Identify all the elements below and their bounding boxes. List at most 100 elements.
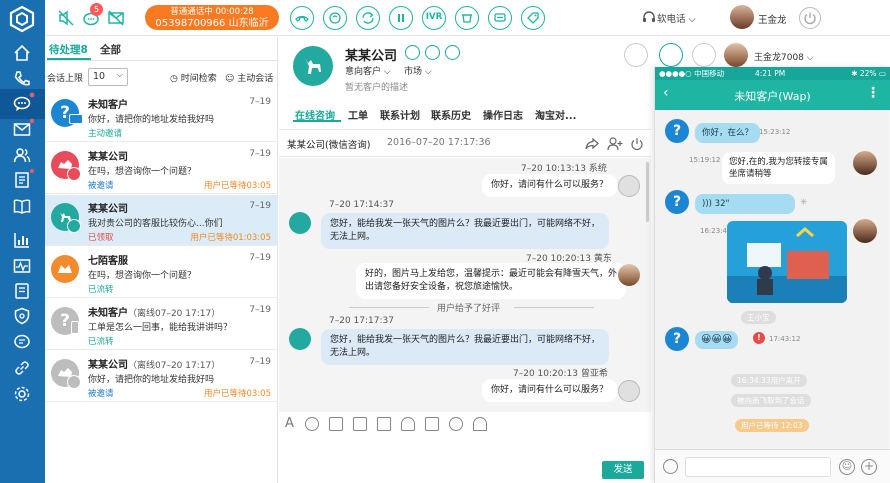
session-row[interactable]: 七陌客服 7–19 在吗，想咨询你一个问题？ 已流转 (45, 247, 278, 298)
session-time: 7–19 (249, 149, 271, 159)
tab-pending[interactable]: 待处理8 (49, 42, 88, 57)
time-search-button[interactable]: ◷ 时间检索 (170, 71, 217, 84)
video-icon[interactable] (353, 417, 367, 431)
user-info-icon[interactable] (473, 417, 487, 431)
tab-all[interactable]: 全部 (100, 42, 121, 57)
message-meta: 7–20 10:13:13 系统 (521, 164, 607, 174)
rating-notice: 用户给予了好评 (437, 304, 501, 314)
wap-image-message[interactable] (727, 221, 847, 303)
font-icon[interactable]: A (285, 417, 299, 431)
rail-shield-icon[interactable] (12, 306, 32, 326)
rail-message-icon[interactable] (12, 332, 32, 352)
chat-customer-icon[interactable] (659, 43, 683, 67)
sms-button[interactable] (488, 6, 512, 30)
hold-button[interactable] (389, 6, 413, 30)
session-row[interactable]: ? 未知客户（离线07–20 17:17） 7–19 工单是怎么一回事，能给我讲… (45, 299, 278, 350)
rail-chat-icon[interactable] (0, 89, 45, 119)
satisfaction-button[interactable] (455, 6, 479, 30)
app-logo-icon (8, 5, 36, 33)
message-line: 您好,在的,我为您转接专属 (729, 157, 828, 167)
session-wait: 用户已等待03:05 (204, 181, 271, 191)
tab-ticket[interactable]: 工单 (348, 107, 368, 122)
session-row[interactable]: ? 未知客户 7–19 你好，请把你的地址发给我好吗 主动邀请 (45, 91, 278, 142)
rail-notes-icon[interactable] (12, 281, 32, 301)
session-name-text: 未知客户 (88, 308, 128, 319)
tag-button[interactable] (521, 6, 545, 30)
image-icon[interactable] (329, 417, 343, 431)
rail-contacts-icon[interactable] (12, 145, 32, 165)
rail-home-icon[interactable] (12, 43, 32, 63)
session-row-selected[interactable]: 某某公司 7–19 我对贵公司的客服比较伤心...你们 已领取 用户已等待01:… (45, 195, 278, 246)
more-vertical-icon[interactable]: ⋮ (866, 85, 880, 101)
session-time: 7–19 (249, 253, 271, 263)
tab-operation-log[interactable]: 操作日志 (483, 107, 523, 122)
wap-pill: 被向南飞取到了会话 (731, 394, 811, 407)
share-icon[interactable] (584, 136, 600, 152)
screenshot-icon[interactable] (401, 417, 415, 431)
wap-agent-message: 您好,在的,我为您转接专属 坐席请稍等 (722, 152, 835, 184)
edit-icon[interactable] (405, 45, 420, 60)
satisfaction-icon[interactable] (449, 417, 463, 431)
call-customer-icon[interactable] (624, 43, 648, 67)
session-name: 七陌客服 (88, 256, 128, 267)
logout-power-icon[interactable] (799, 7, 821, 29)
session-limit-select[interactable]: 10 ⌵ (88, 68, 128, 86)
message-scrollbar[interactable] (646, 162, 649, 222)
battery-text: ✱ 22% ▭ (851, 69, 886, 78)
tab-contact-history[interactable]: 联系历史 (431, 107, 471, 122)
rail-phone-icon[interactable] (12, 69, 32, 89)
active-invite-button[interactable]: ☺ 主动会话 (225, 71, 273, 84)
user-menu[interactable]: 王金龙 (730, 5, 805, 31)
tab-contact-plan[interactable]: 联系计划 (380, 107, 420, 122)
emoji-icon[interactable] (305, 417, 319, 431)
agent-name-text: 王金龙7008 (754, 53, 804, 63)
session-status: 被邀请 (88, 389, 114, 399)
list-icon[interactable] (425, 45, 440, 60)
email-customer-icon[interactable] (692, 43, 716, 67)
rail-knowledge-icon[interactable] (12, 196, 32, 216)
tab-taobao[interactable]: 淘宝对... (535, 107, 576, 122)
wap-customer-message: 你好，在么？ (695, 123, 761, 143)
session-name-text: 某某公司 (88, 360, 128, 371)
rail-settings-icon[interactable] (12, 384, 32, 404)
market-label: 市场 (404, 67, 423, 77)
session-message: 你好，请把你的地址发给我好吗 (88, 375, 215, 385)
wap-emoji-icon[interactable]: ☺ (839, 459, 855, 475)
wap-voice-message[interactable]: ))) 32" (695, 194, 795, 214)
agent-message: 你好，请问有什么可以服务？ (482, 379, 618, 402)
wap-time: 15:19:12 (689, 156, 721, 164)
hangup-button[interactable] (290, 6, 314, 30)
end-session-power-icon[interactable] (629, 136, 645, 152)
wap-pill: 16:34:33用户离开 (731, 374, 807, 387)
mute-icon[interactable] (55, 7, 77, 29)
session-row[interactable]: 某某公司（离线07–20 17:17） 7–19 你好，请把你的地址发给我好吗 … (45, 351, 278, 402)
send-button[interactable]: 发送 (602, 461, 644, 479)
softphone-dropdown[interactable]: 软电话 ⌵ (657, 11, 696, 25)
wap-add-icon[interactable]: + (861, 459, 877, 475)
rail-report-icon[interactable] (12, 230, 32, 250)
agent-name[interactable]: 王金龙7008 ⌵ (754, 50, 814, 63)
message-meta: 7–20 10:20:13 曾亚希 (513, 369, 608, 379)
rail-monitor-icon[interactable] (12, 256, 32, 276)
message-line: 您好，能给我发一张天气的图片么？我最近要出门，可能网络不好， (330, 335, 601, 345)
market-dropdown[interactable]: 市场 ⌵ (404, 64, 432, 77)
session-status: 已流转 (88, 285, 114, 295)
message-meta: 7–20 17:17:37 (329, 316, 394, 326)
consult-button[interactable] (323, 6, 347, 30)
chat-panel: 某某公司 意向客户 ⌵ 市场 ⌵ 暂无客户的描述 王金龙7008 ⌵ 在线咨询 … (279, 37, 814, 483)
wap-message-input[interactable] (685, 457, 831, 477)
ivr-button[interactable]: IVR (422, 6, 446, 30)
link-icon[interactable] (445, 45, 460, 60)
file-icon[interactable] (377, 417, 391, 431)
voice-input-icon[interactable] (663, 459, 678, 474)
chat-alert-dot (29, 92, 35, 98)
no-mail-icon[interactable] (105, 7, 127, 29)
session-row[interactable]: 某某公司 7–19 在吗，想咨询你一个问题？ 被邀请 用户已等待03:05 (45, 143, 278, 194)
search-image-icon[interactable] (425, 417, 439, 431)
session-name: 某某公司 (88, 204, 128, 215)
add-user-icon[interactable] (607, 136, 623, 152)
send-failed-icon[interactable]: ! (753, 332, 765, 344)
rail-link-icon[interactable] (12, 358, 32, 378)
transfer-button[interactable] (356, 6, 380, 30)
intent-dropdown[interactable]: 意向客户 ⌵ (345, 64, 391, 77)
